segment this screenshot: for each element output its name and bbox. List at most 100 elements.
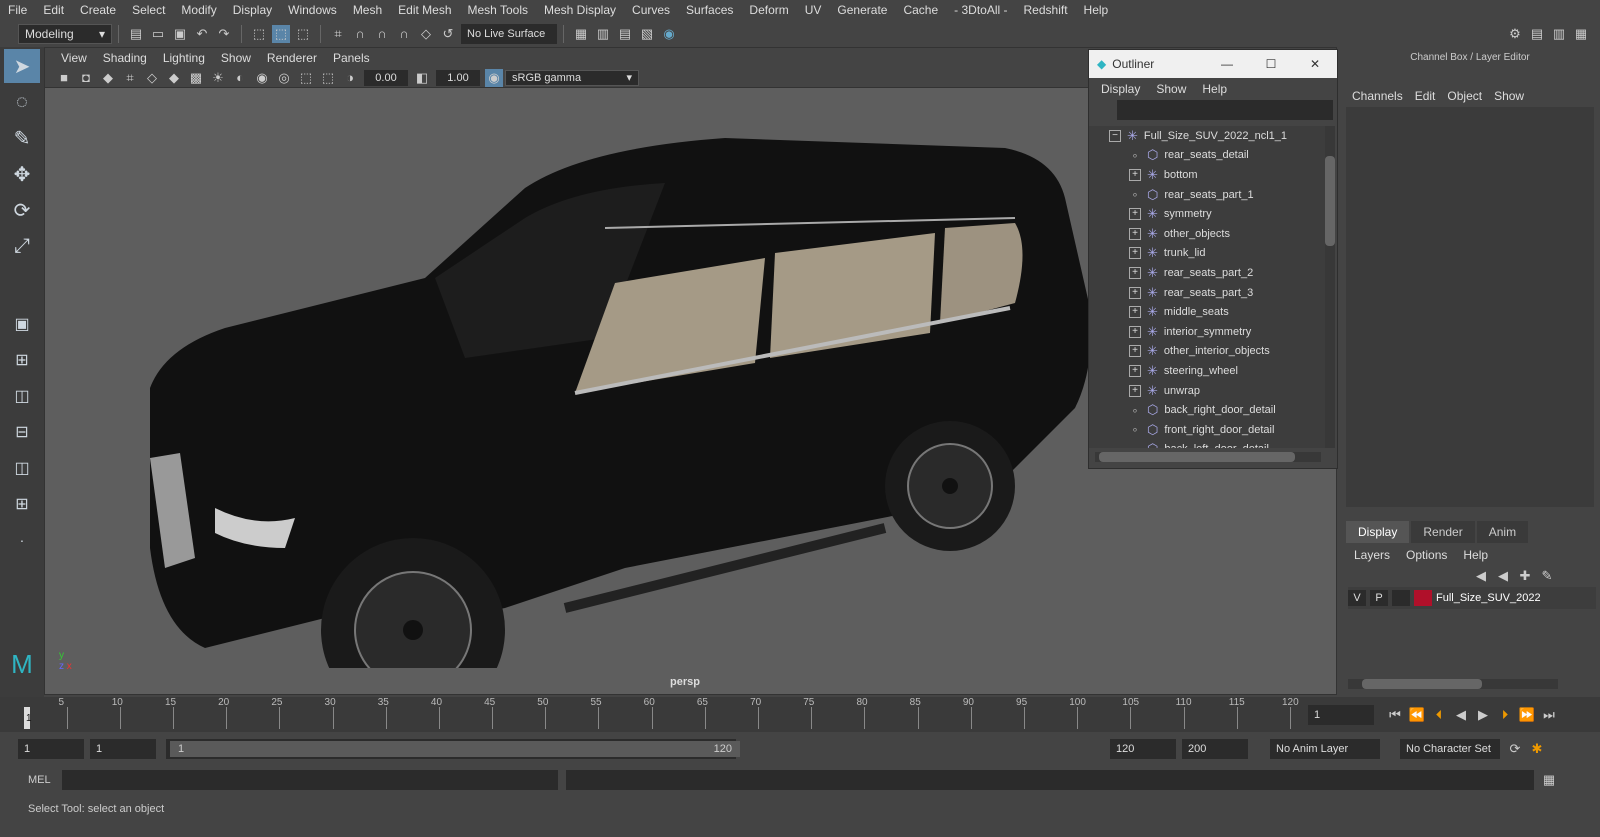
- menu-item[interactable]: Surfaces: [678, 3, 741, 17]
- outliner-vscroll[interactable]: [1325, 126, 1335, 448]
- outliner-item[interactable]: + ✳ middle_seats: [1089, 302, 1325, 322]
- outliner-item[interactable]: + ✳ trunk_lid: [1089, 244, 1325, 264]
- expand-icon[interactable]: +: [1129, 325, 1141, 338]
- expand-icon[interactable]: +: [1129, 266, 1141, 279]
- gamma-field[interactable]: 1.00: [436, 69, 480, 86]
- tab-display[interactable]: Display: [1346, 521, 1410, 543]
- frame-all-icon[interactable]: ⬚: [297, 69, 315, 87]
- outliner-item[interactable]: ∘ ⬡ front_right_door_detail: [1089, 420, 1325, 440]
- render-view-icon[interactable]: ▦: [572, 25, 590, 43]
- scroll-thumb[interactable]: [1362, 679, 1482, 689]
- channel-menu-item[interactable]: Show: [1488, 89, 1530, 103]
- menu-item[interactable]: Mesh: [345, 3, 390, 17]
- viewport-menu-item[interactable]: View: [53, 51, 95, 65]
- layer-menu-item[interactable]: Options: [1398, 548, 1455, 562]
- mel-label[interactable]: MEL: [28, 774, 62, 786]
- outliner-item[interactable]: − ✳ Full_Size_SUV_2022_ncl1_1: [1089, 126, 1325, 146]
- layer-playback-toggle[interactable]: P: [1370, 590, 1388, 606]
- snap-grid-icon[interactable]: ⌗: [329, 25, 347, 43]
- menu-item[interactable]: Help: [1076, 3, 1117, 17]
- lasso-tool-icon[interactable]: ◌: [4, 85, 40, 119]
- expand-icon[interactable]: +: [1129, 247, 1141, 260]
- exposure-field[interactable]: 0.00: [364, 69, 408, 86]
- time-slider[interactable]: 5 10 15 20 25 30 35 40 45 50 55 60 65 70 75 80 85 90 95 100…: [0, 697, 1600, 732]
- close-icon[interactable]: ✕: [1293, 57, 1337, 71]
- preferences-icon[interactable]: ✱: [1528, 740, 1546, 758]
- layer-color-swatch[interactable]: [1414, 590, 1432, 606]
- outliner-item[interactable]: ∘ ⬡ back_left_door_detail: [1089, 440, 1325, 448]
- more-icon[interactable]: ·: [4, 523, 40, 557]
- layer-display-type[interactable]: [1392, 590, 1410, 606]
- outliner-item[interactable]: + ✳ steering_wheel: [1089, 361, 1325, 381]
- range-bar[interactable]: 1 120: [166, 739, 740, 759]
- live-icon[interactable]: ↺: [439, 25, 457, 43]
- wireframe-icon[interactable]: ◇: [143, 69, 161, 87]
- outliner-item[interactable]: + ✳ rear_seats_part_3: [1089, 283, 1325, 303]
- smooth-shade-icon[interactable]: ◆: [165, 69, 183, 87]
- snap-point-icon[interactable]: ∩: [373, 25, 391, 43]
- outliner-item[interactable]: + ✳ other_objects: [1089, 224, 1325, 244]
- move-layer-down-icon[interactable]: ◀: [1494, 567, 1512, 585]
- new-scene-icon[interactable]: ▤: [127, 25, 145, 43]
- maximize-icon[interactable]: ☐: [1249, 57, 1293, 71]
- layer-hscroll[interactable]: [1348, 679, 1558, 689]
- select-component-icon[interactable]: ⬚: [294, 25, 312, 43]
- step-back-key-icon[interactable]: ⏴: [1430, 706, 1448, 724]
- auto-key-icon[interactable]: ⟳: [1506, 740, 1524, 758]
- outliner-item[interactable]: + ✳ bottom: [1089, 165, 1325, 185]
- render-settings-icon[interactable]: ▧: [638, 25, 656, 43]
- redo-icon[interactable]: ↷: [215, 25, 233, 43]
- scroll-thumb[interactable]: [1099, 452, 1295, 462]
- select-tool-icon[interactable]: ➤: [4, 49, 40, 83]
- outliner-item[interactable]: + ✳ interior_symmetry: [1089, 322, 1325, 342]
- new-layer-icon[interactable]: ✚: [1516, 567, 1534, 585]
- save-scene-icon[interactable]: ▣: [171, 25, 189, 43]
- mode-select[interactable]: Modeling ▾: [18, 23, 112, 44]
- gamma-icon[interactable]: ◧: [413, 69, 431, 87]
- menu-item[interactable]: Display: [225, 3, 280, 17]
- select-hierarchy-icon[interactable]: ⬚: [250, 25, 268, 43]
- character-set-select[interactable]: No Character Set: [1400, 739, 1500, 759]
- live-surface-field[interactable]: No Live Surface: [461, 23, 557, 44]
- shadows-icon[interactable]: ◐: [231, 69, 249, 87]
- outliner-menu-item[interactable]: Help: [1194, 82, 1235, 96]
- textured-icon[interactable]: ▩: [187, 69, 205, 87]
- current-frame-field[interactable]: 1: [1308, 704, 1374, 725]
- bookmark-icon[interactable]: ◆: [99, 69, 117, 87]
- expand-icon[interactable]: +: [1129, 384, 1141, 397]
- playback-start-field[interactable]: 1: [90, 739, 156, 759]
- step-back-icon[interactable]: ⏪: [1408, 706, 1426, 724]
- frame-selected-icon[interactable]: ⬚: [319, 69, 337, 87]
- expand-icon[interactable]: +: [1129, 168, 1141, 181]
- layer-row[interactable]: V P Full_Size_SUV_2022: [1348, 587, 1596, 609]
- menu-item[interactable]: UV: [797, 3, 830, 17]
- menu-item[interactable]: File: [0, 3, 35, 17]
- time-ruler[interactable]: 5 10 15 20 25 30 35 40 45 50 55 60 65 70 75 80 85 90 95 100…: [24, 697, 1299, 732]
- single-view-icon[interactable]: ▣: [4, 307, 40, 341]
- lights-icon[interactable]: ☀: [209, 69, 227, 87]
- rotate-tool-icon[interactable]: ⟳: [4, 193, 40, 227]
- paint-select-icon[interactable]: ✎: [4, 121, 40, 155]
- channel-menu-item[interactable]: Object: [1441, 89, 1488, 103]
- step-forward-key-icon[interactable]: ⏵: [1496, 706, 1514, 724]
- outliner-search-input[interactable]: [1117, 100, 1333, 120]
- scroll-thumb[interactable]: [1325, 156, 1335, 246]
- modeling-toolkit-icon[interactable]: ⚙: [1506, 25, 1524, 43]
- select-object-icon[interactable]: ⬚: [272, 24, 290, 43]
- menu-item[interactable]: - 3DtoAll -: [946, 3, 1015, 17]
- play-forwards-icon[interactable]: ▶: [1474, 706, 1492, 724]
- go-to-start-icon[interactable]: ⏮: [1386, 706, 1404, 724]
- outliner-menu-item[interactable]: Show: [1148, 82, 1194, 96]
- menu-item[interactable]: Modify: [173, 3, 224, 17]
- outliner-item[interactable]: ∘ ⬡ back_right_door_detail: [1089, 400, 1325, 420]
- viewport-menu-item[interactable]: Lighting: [155, 51, 213, 65]
- four-view-icon[interactable]: ⊞: [4, 343, 40, 377]
- grid-icon[interactable]: ⌗: [121, 69, 139, 87]
- snap-curve-icon[interactable]: ∩: [351, 25, 369, 43]
- attribute-editor-icon[interactable]: ▤: [1528, 25, 1546, 43]
- menu-item[interactable]: Deform: [741, 3, 796, 17]
- scale-tool-icon[interactable]: ⤢: [4, 229, 40, 263]
- exposure-icon[interactable]: ◑: [341, 69, 359, 87]
- channel-menu-item[interactable]: Edit: [1409, 89, 1442, 103]
- collapse-icon[interactable]: −: [1109, 129, 1121, 142]
